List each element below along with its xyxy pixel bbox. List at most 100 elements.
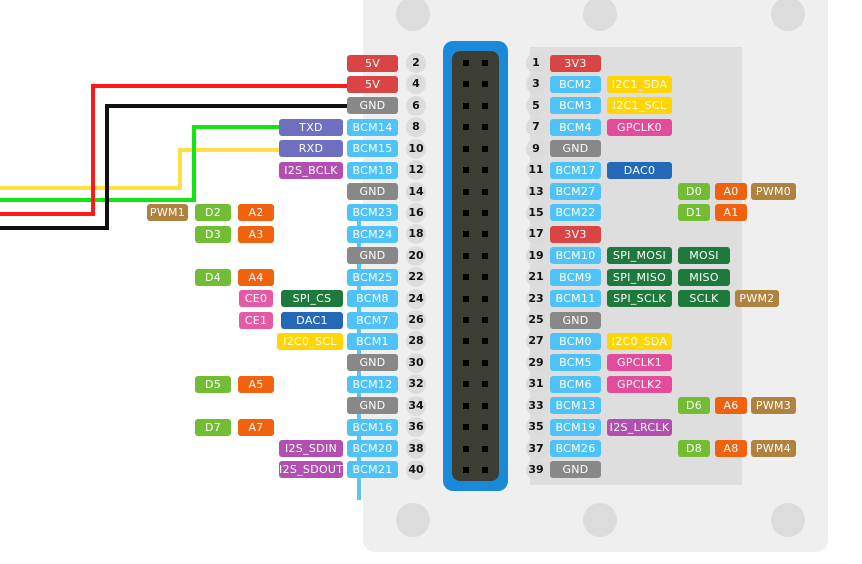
wires-layer [0,84,347,230]
pin-label-i2s-lrclk: I2S_LRCLK [607,418,672,436]
pin-label-sclk: SCLK [678,290,730,308]
pin-number-24: 24 [406,288,426,309]
pin-number-26: 26 [406,310,426,331]
pin-label-pwm4: PWM4 [751,440,796,458]
pin-number-25: 25 [526,310,546,331]
pin-label-d6: D6 [678,397,710,415]
pin-label-d5: D5 [195,375,231,393]
pin-label-rxd: RXD [279,140,343,158]
pin-number-13: 13 [526,181,546,202]
pin-label-bcm10: BCM10 [550,247,601,265]
pin-label-d1: D1 [678,204,710,222]
pin-label-spi-mosi: SPI_MOSI [607,247,672,265]
pin-number-16: 16 [406,202,426,223]
pin-number-33: 33 [526,395,546,416]
pin-number-38: 38 [406,438,426,459]
pin-label-gnd: GND [550,311,601,329]
pin-label-bcm17: BCM17 [550,161,601,179]
pin-label-a4: A4 [238,268,274,286]
pin-label-bcm19: BCM19 [550,418,601,436]
pin-number-30: 30 [406,352,426,373]
pin-label-bcm2: BCM2 [550,75,601,93]
pin-label-gnd: GND [347,97,398,115]
pin-label-bcm23: BCM23 [347,204,398,222]
pin-label-bcm21: BCM21 [347,461,398,479]
pin-label-bcm27: BCM27 [550,183,601,201]
pin-label-i2c0-scl: I2C0_SCL [277,332,343,350]
pin-label-d4: D4 [195,268,231,286]
pin-number-34: 34 [406,395,426,416]
pin-label-a6: A6 [715,397,747,415]
pin-label-a0: A0 [715,183,747,201]
pin-number-14: 14 [406,181,426,202]
pin-label-i2c0-sda: I2C0_SDA [607,332,672,350]
pin-number-5: 5 [526,95,546,116]
pin-label-bcm7: BCM7 [347,311,398,329]
pin-number-10: 10 [406,138,426,159]
pin-label-d7: D7 [195,418,231,436]
pin-label-bcm22: BCM22 [550,204,601,222]
pin-label-gnd: GND [347,247,398,265]
pin-label-bcm1: BCM1 [347,332,398,350]
pin-label-bcm3: BCM3 [550,97,601,115]
pin-number-12: 12 [406,160,426,181]
pin-label-gnd: GND [347,183,398,201]
pin-label-gnd: GND [550,140,601,158]
pin-label-bcm26: BCM26 [550,440,601,458]
pin-number-39: 39 [526,459,546,480]
pin-label-ce0: CE0 [239,290,273,308]
pin-label-bcm15: BCM15 [347,140,398,158]
pin-label-5v: 5V [347,54,398,72]
pin-number-35: 35 [526,417,546,438]
pin-label-miso: MISO [678,268,730,286]
pin-label-i2c1-sda: I2C1_SDA [607,75,672,93]
pin-label-a3: A3 [238,225,274,243]
pin-label-mosi: MOSI [678,247,730,265]
pin-number-29: 29 [526,352,546,373]
pin-number-19: 19 [526,245,546,266]
pin-label-a5: A5 [238,375,274,393]
pin-label-d0: D0 [678,183,710,201]
pin-number-36: 36 [406,417,426,438]
pin-label-dac0: DAC0 [607,161,672,179]
pin-label-bcm16: BCM16 [347,418,398,436]
pin-label-bcm6: BCM6 [550,375,601,393]
pin-number-23: 23 [526,288,546,309]
pin-label-pwm0: PWM0 [751,183,796,201]
pin-label-bcm18: BCM18 [347,161,398,179]
pin-label-spi-cs: SPI_CS [281,290,343,308]
pin-label-pwm3: PWM3 [751,397,796,415]
pin-label-d3: D3 [195,225,231,243]
pin-label-txd: TXD [279,118,343,136]
pin-label-pwm2: PWM2 [735,290,779,308]
pin-number-15: 15 [526,202,546,223]
pin-label-a7: A7 [238,418,274,436]
pin-label-spi-sclk: SPI_SCLK [607,290,672,308]
pin-label-a2: A2 [238,204,274,222]
pin-label-5v: 5V [347,75,398,93]
pin-label-bcm13: BCM13 [550,397,601,415]
pin-number-6: 6 [406,95,426,116]
pin-label-a1: A1 [715,204,747,222]
pin-label-bcm11: BCM11 [550,290,601,308]
pin-label-3v3: 3V3 [550,225,601,243]
pin-label-d2: D2 [195,204,231,222]
pin-label-bcm24: BCM24 [347,225,398,243]
pin-number-9: 9 [526,138,546,159]
wire-yellow-to-pin-10 [0,148,279,190]
pin-label-gnd: GND [550,461,601,479]
pin-number-11: 11 [526,160,546,181]
pin-label-gpclk0: GPCLK0 [607,118,672,136]
pin-label-dac1: DAC1 [281,311,343,329]
pin-label-i2c1-scl: I2C1_SCL [607,97,672,115]
pin-label-bcm8: BCM8 [347,290,398,308]
pin-label-bcm9: BCM9 [550,268,601,286]
pin-number-20: 20 [406,245,426,266]
pin-label-i2s-sdin: I2S_SDIN [279,440,343,458]
pin-label-bcm4: BCM4 [550,118,601,136]
pin-label-pwm1: PWM1 [147,204,188,222]
pin-label-bcm0: BCM0 [550,332,601,350]
pin-label-bcm14: BCM14 [347,118,398,136]
pin-label-d8: D8 [678,440,710,458]
pin-label-3v3: 3V3 [550,54,601,72]
